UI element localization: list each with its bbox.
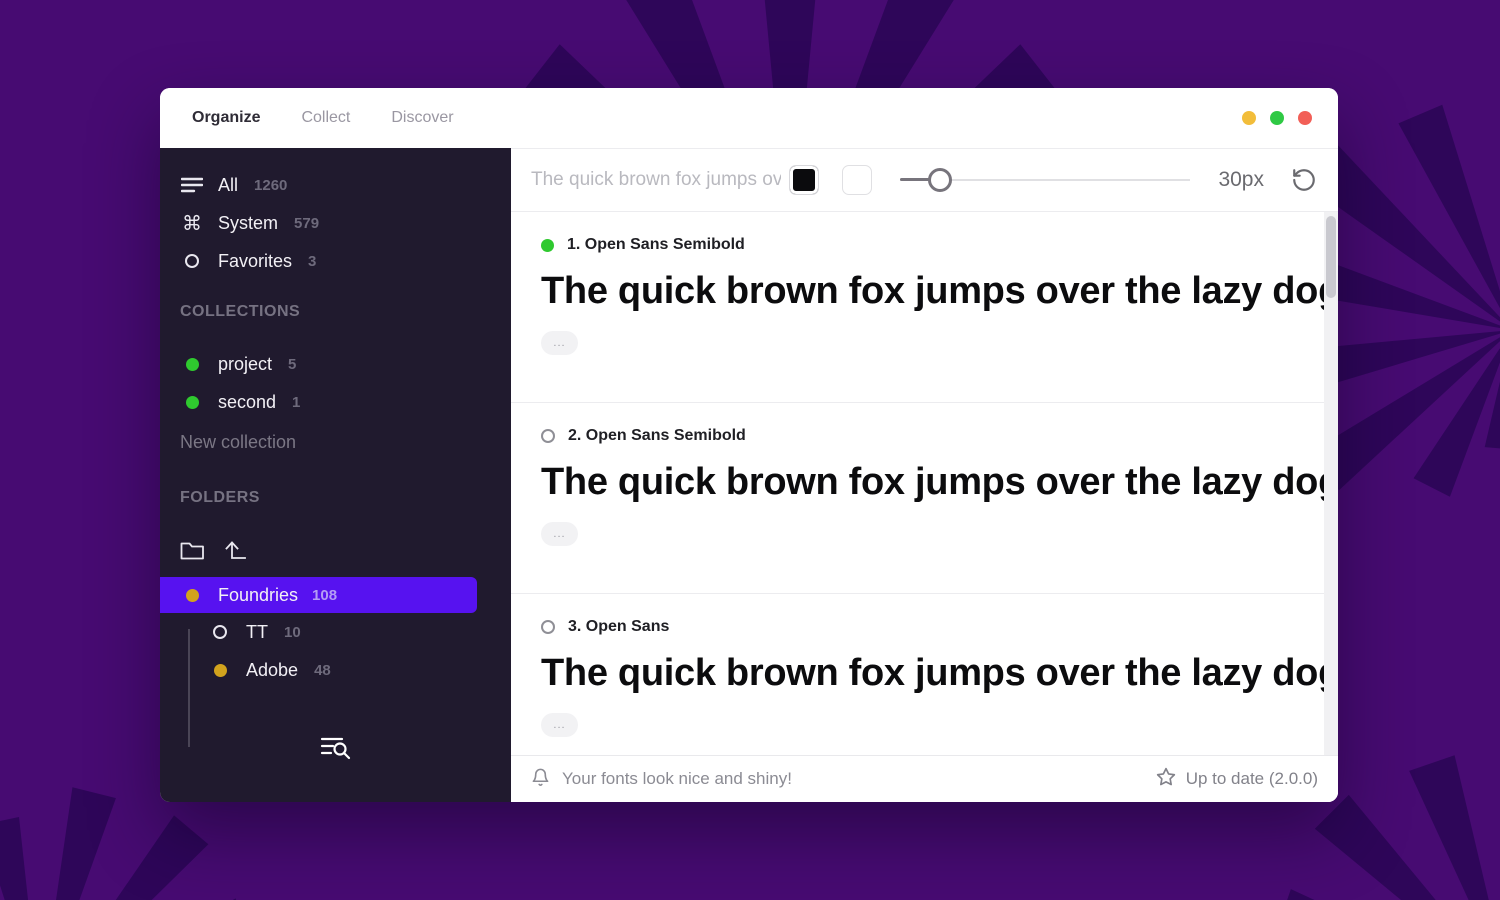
font-preview-text: The quick brown fox jumps over the lazy … <box>541 461 1326 504</box>
collection-count: 5 <box>288 356 296 373</box>
font-list-item[interactable]: 3. Open Sans The quick brown fox jumps o… <box>511 594 1338 755</box>
update-status-label: Up to date (2.0.0) <box>1186 769 1318 789</box>
collection-label: project <box>218 354 272 375</box>
reset-button[interactable] <box>1290 166 1318 194</box>
circle-icon <box>180 254 204 268</box>
close-button[interactable] <box>1298 111 1312 125</box>
font-size-value: 30px <box>1218 168 1264 192</box>
collections-header: COLLECTIONS <box>180 302 511 322</box>
preview-text-input[interactable] <box>531 169 781 191</box>
command-icon: ⌘ <box>180 213 204 233</box>
more-button[interactable]: ... <box>541 713 578 737</box>
folder-tree-line <box>188 629 190 747</box>
sidebar-item-count: 579 <box>294 215 319 232</box>
font-name: 3. Open Sans <box>568 618 669 636</box>
sidebar-item-system[interactable]: ⌘ System 579 <box>160 204 511 242</box>
update-status[interactable]: Up to date (2.0.0) <box>1156 767 1318 792</box>
new-collection-button[interactable]: New collection <box>160 423 511 461</box>
add-folder-icon[interactable] <box>180 540 205 565</box>
text-color-swatch[interactable] <box>789 165 819 195</box>
tab-organize[interactable]: Organize <box>192 109 260 127</box>
sidebar-item-label: System <box>218 213 278 234</box>
collection-label: second <box>218 392 276 413</box>
folder-dot-icon <box>208 664 232 677</box>
slider-thumb[interactable] <box>928 168 952 192</box>
more-button[interactable]: ... <box>541 522 578 546</box>
collection-dot-icon <box>180 358 204 371</box>
folder-label: Foundries <box>218 585 298 606</box>
folder-count: 108 <box>312 587 337 604</box>
collection-count: 1 <box>292 394 300 411</box>
status-message: Your fonts look nice and shiny! <box>562 769 792 789</box>
sidebar-item-all[interactable]: All 1260 <box>160 166 511 204</box>
font-list: 1. Open Sans Semibold The quick brown fo… <box>511 212 1338 755</box>
folder-dot-icon <box>180 589 204 602</box>
font-inactive-ring-icon[interactable] <box>541 620 555 634</box>
background-color-swatch[interactable] <box>842 165 872 195</box>
tab-discover[interactable]: Discover <box>391 109 453 127</box>
font-inactive-ring-icon[interactable] <box>541 429 555 443</box>
sidebar-item-favorites[interactable]: Favorites 3 <box>160 242 511 280</box>
folder-count: 10 <box>284 624 301 641</box>
sidebar-item-label: All <box>218 175 238 196</box>
folder-label: TT <box>246 622 268 643</box>
font-list-item[interactable]: 2. Open Sans Semibold The quick brown fo… <box>511 403 1338 594</box>
font-size-slider[interactable] <box>900 165 1190 195</box>
collection-dot-icon <box>180 396 204 409</box>
search-fonts-button[interactable] <box>318 732 354 768</box>
folder-actions <box>160 533 511 571</box>
list-icon <box>180 177 204 193</box>
window-controls <box>1242 111 1312 125</box>
sidebar-item-count: 1260 <box>254 177 287 194</box>
main-tabs: Organize Collect Discover <box>192 109 454 127</box>
preview-toolbar: 30px <box>511 148 1338 212</box>
font-active-dot-icon[interactable] <box>541 239 554 252</box>
import-fonts-icon[interactable] <box>225 539 251 566</box>
folders-header: FOLDERS <box>180 488 511 508</box>
tab-collect[interactable]: Collect <box>301 109 350 127</box>
rotate-ccw-icon <box>1291 167 1317 193</box>
font-preview-text: The quick brown fox jumps over the lazy … <box>541 652 1326 695</box>
sidebar-item-label: Favorites <box>218 251 292 272</box>
font-preview-text: The quick brown fox jumps over the lazy … <box>541 270 1326 313</box>
more-button[interactable]: ... <box>541 331 578 355</box>
folder-item-adobe[interactable]: Adobe 48 <box>160 651 511 689</box>
status-bar: Your fonts look nice and shiny! Up to da… <box>511 755 1338 802</box>
main-panel: 30px 1. Open Sans Semibold The quick bro… <box>511 148 1338 802</box>
font-list-item[interactable]: 1. Open Sans Semibold The quick brown fo… <box>511 212 1338 403</box>
minimize-button[interactable] <box>1242 111 1256 125</box>
scrollbar-thumb[interactable] <box>1326 216 1336 298</box>
sidebar-item-count: 3 <box>308 253 316 270</box>
font-name: 1. Open Sans Semibold <box>567 236 745 254</box>
folder-item-foundries[interactable]: Foundries 108 <box>160 577 477 613</box>
sidebar: All 1260 ⌘ System 579 Favorites 3 COLLEC… <box>160 148 511 802</box>
bell-icon <box>531 766 550 792</box>
folder-label: Adobe <box>246 660 298 681</box>
search-list-icon <box>320 735 352 766</box>
folder-ring-icon <box>208 625 232 639</box>
scrollbar[interactable] <box>1324 212 1338 755</box>
folder-item-tt[interactable]: TT 10 <box>160 613 511 651</box>
font-name: 2. Open Sans Semibold <box>568 427 746 445</box>
titlebar: Organize Collect Discover <box>160 88 1338 148</box>
collection-item-project[interactable]: project 5 <box>160 345 511 383</box>
app-window: Organize Collect Discover All 1260 ⌘ Sys… <box>160 88 1338 802</box>
star-icon <box>1156 767 1176 792</box>
folder-count: 48 <box>314 662 331 679</box>
zoom-button[interactable] <box>1270 111 1284 125</box>
collection-item-second[interactable]: second 1 <box>160 383 511 421</box>
